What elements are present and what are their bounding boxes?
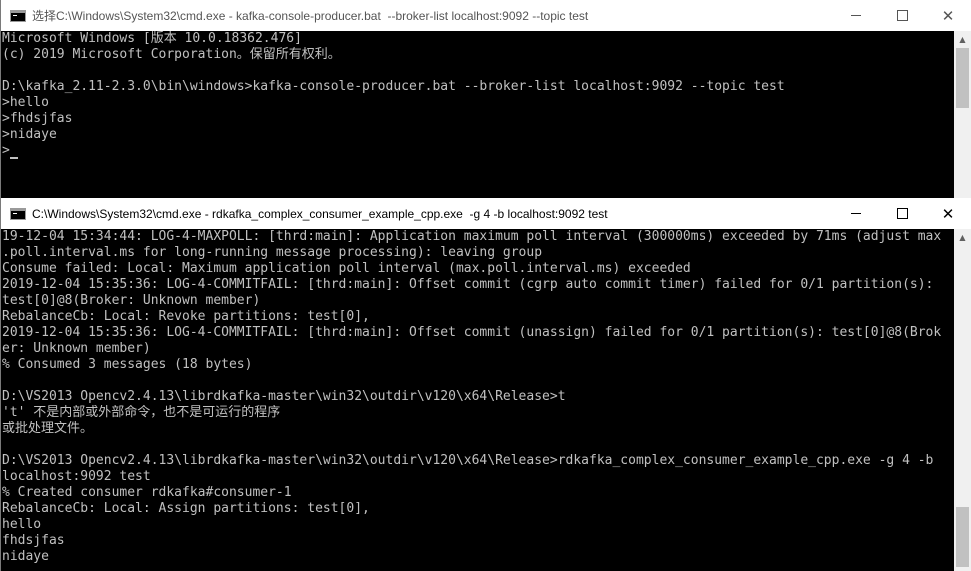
console-line: > [2, 143, 954, 159]
window-title: C:\Windows\System32\cmd.exe - rdkafka_co… [32, 206, 608, 221]
window-controls: ✕ [833, 198, 971, 229]
console-line: .poll.interval.ms for long-running messa… [2, 245, 543, 260]
console-line: % Created consumer rdkafka#consumer-1 [2, 485, 292, 500]
console-line: >fhdsjfas [2, 111, 73, 126]
console-line: 2019-12-04 15:35:36: LOG-4-COMMITFAIL: [… [2, 277, 934, 292]
close-button[interactable]: ✕ [925, 198, 971, 229]
close-button[interactable]: ✕ [925, 0, 971, 31]
console-line: 't' 不是内部或外部命令，也不是可运行的程序 [2, 405, 281, 420]
console-line: D:\VS2013 Opencv2.4.13\librdkafka-master… [2, 389, 566, 404]
cmd-icon[interactable] [10, 207, 26, 220]
text-cursor [9, 157, 18, 159]
vertical-scrollbar[interactable]: ▲ [954, 229, 971, 571]
chevron-up-icon: ▲ [959, 35, 966, 44]
scroll-up-button[interactable]: ▲ [954, 229, 971, 246]
scroll-thumb[interactable] [956, 48, 969, 108]
console-line: RebalanceCb: Local: Revoke partitions: t… [2, 309, 370, 324]
maximize-button[interactable] [879, 0, 925, 31]
console-line: RebalanceCb: Local: Assign partitions: t… [2, 501, 370, 516]
minimize-button[interactable] [833, 198, 879, 229]
consumer-console-window: C:\Windows\System32\cmd.exe - rdkafka_co… [0, 198, 971, 571]
console-line: Consume failed: Local: Maximum applicati… [2, 261, 691, 276]
vertical-scrollbar[interactable]: ▲ [954, 31, 971, 198]
scroll-thumb[interactable] [956, 507, 969, 567]
console-line: hello [2, 517, 42, 532]
console-line: nidaye [2, 549, 49, 564]
console-output[interactable]: 19-12-04 15:34:44: LOG-4-MAXPOLL: [thrd:… [1, 229, 954, 571]
console-line: D:\VS2013 Opencv2.4.13\librdkafka-master… [2, 453, 934, 468]
console-line: er: Unknown member) [2, 341, 151, 356]
scroll-up-button[interactable]: ▲ [954, 31, 971, 48]
console-line: localhost:9092 test [2, 469, 151, 484]
console-line: >hello [2, 95, 49, 110]
window-title: 选择C:\Windows\System32\cmd.exe - kafka-co… [32, 9, 589, 23]
close-icon: ✕ [941, 204, 955, 223]
console-line: 或批处理文件。 [2, 421, 94, 436]
console-line: % Consumed 3 messages (18 bytes) [2, 357, 253, 372]
console-line: >nidaye [2, 127, 57, 142]
console-line: D:\kafka_2.11-2.3.0\bin\windows>kafka-co… [2, 79, 785, 94]
chevron-up-icon: ▲ [959, 233, 966, 242]
title-bar[interactable]: C:\Windows\System32\cmd.exe - rdkafka_co… [1, 198, 971, 229]
title-bar[interactable]: 选择C:\Windows\System32\cmd.exe - kafka-co… [1, 0, 971, 31]
console-output[interactable]: Microsoft Windows [版本 10.0.18362.476] (c)… [1, 31, 954, 198]
cmd-icon[interactable] [10, 9, 26, 22]
console-line: Microsoft Windows [版本 10.0.18362.476] [2, 31, 302, 46]
maximize-button[interactable] [879, 198, 925, 229]
close-icon: ✕ [941, 6, 955, 25]
producer-console-window: 选择C:\Windows\System32\cmd.exe - kafka-co… [0, 0, 971, 198]
console-line: 2019-12-04 15:35:36: LOG-4-COMMITFAIL: [… [2, 325, 942, 340]
console-line: fhdsjfas [2, 533, 65, 548]
console-line: (c) 2019 Microsoft Corporation。保留所有权利。 [2, 47, 341, 62]
window-controls: ✕ [833, 0, 971, 31]
console-line: test[0]@8(Broker: Unknown member) [2, 293, 261, 308]
minimize-button[interactable] [833, 0, 879, 31]
console-line: 19-12-04 15:34:44: LOG-4-MAXPOLL: [thrd:… [2, 229, 942, 244]
